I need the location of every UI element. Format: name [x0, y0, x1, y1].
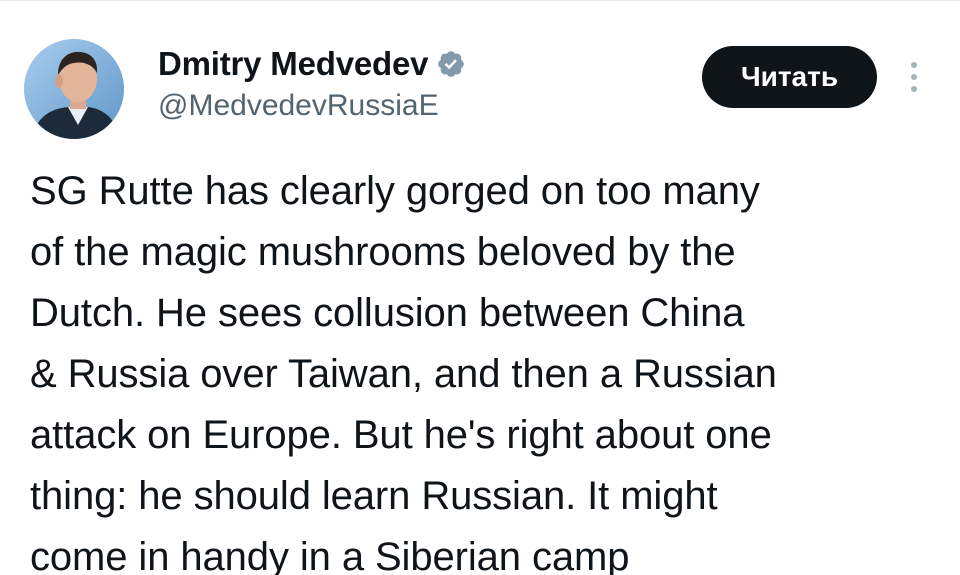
author-handle[interactable]: @MedvedevRussiaE [158, 89, 439, 123]
tweet-text: SG Rutte has clearly gorged on too many … [30, 169, 777, 575]
read-button[interactable]: Читать [702, 46, 877, 108]
tweet-card: Dmitry Medvedev @MedvedevRussiaE Читать … [0, 0, 960, 575]
verified-badge-icon [438, 51, 465, 77]
avatar[interactable] [24, 39, 124, 139]
author-display-name[interactable]: Dmitry Medvedev [158, 45, 428, 83]
author-name-row: Dmitry Medvedev [158, 43, 466, 85]
more-vertical-icon[interactable] [904, 59, 924, 95]
